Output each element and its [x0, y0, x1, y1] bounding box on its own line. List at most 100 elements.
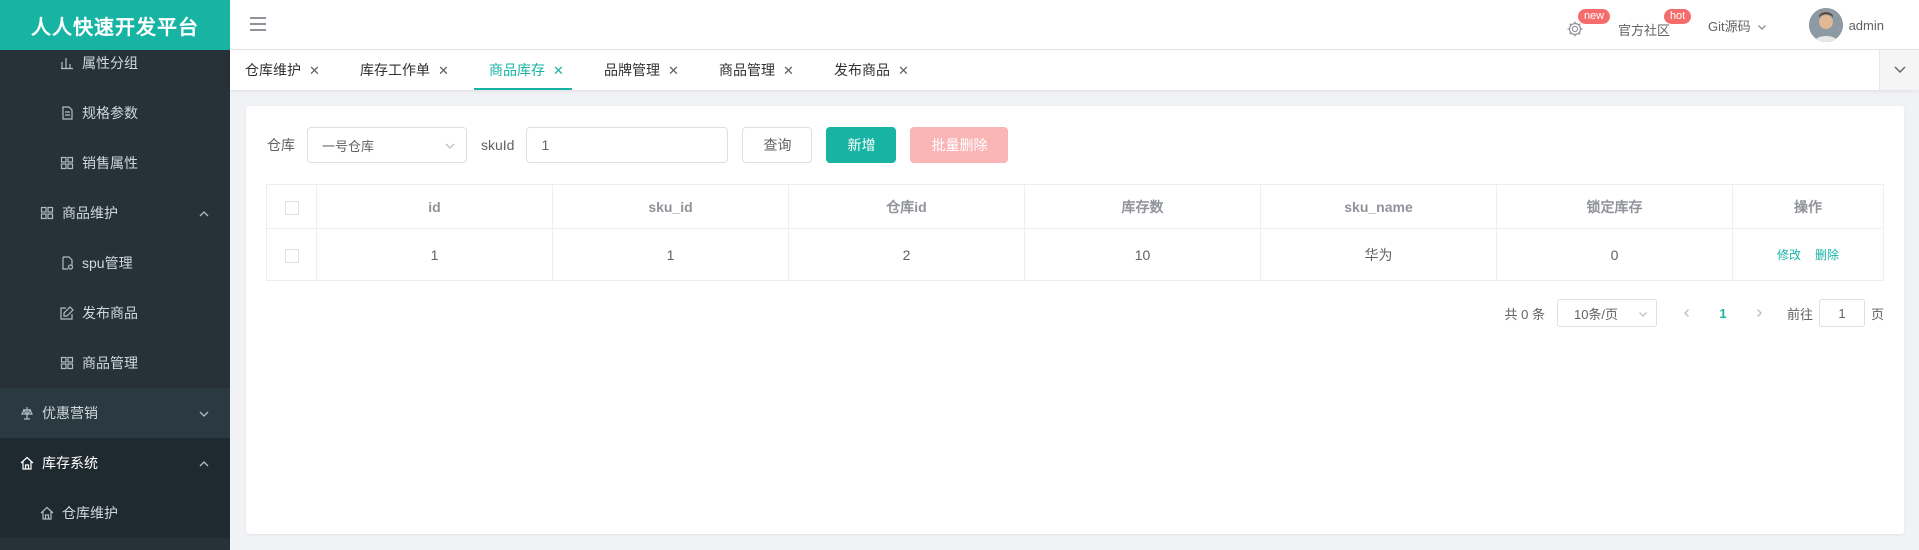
row-select-cell — [266, 228, 317, 281]
tab-label: 品牌管理 — [604, 62, 660, 78]
add-button[interactable]: 新增 — [826, 127, 897, 163]
close-icon[interactable]: ✕ — [898, 51, 909, 91]
tabs-dropdown[interactable] — [1879, 50, 1919, 90]
tab-inventory-worksheet[interactable]: 库存工作单 ✕ — [345, 50, 449, 90]
col-header[interactable]: sku_name — [1260, 184, 1497, 229]
sidebar-item-spec-params[interactable]: 规格参数 — [0, 88, 230, 138]
next-page-button[interactable] — [1745, 299, 1773, 327]
tab-label: 仓库维护 — [245, 62, 301, 78]
total-count: 共 0 条 — [1504, 306, 1545, 322]
col-header[interactable]: id — [316, 184, 553, 229]
sidebar-item-product-maintenance[interactable]: 商品维护 — [0, 188, 230, 238]
sidebar-item-label: 销售属性 — [82, 155, 138, 171]
select-all-checkbox[interactable] — [284, 200, 299, 215]
skuid-input[interactable] — [526, 127, 729, 163]
page-size-select[interactable]: 10条/页 — [1556, 299, 1657, 327]
tab-warehouse[interactable]: 仓库维护 ✕ — [230, 50, 320, 90]
chevron-up-icon — [198, 207, 210, 219]
community-link[interactable]: 官方社区 hot — [1617, 0, 1692, 50]
col-header[interactable]: 库存数 — [1024, 184, 1261, 229]
sidebar-item-warehouse[interactable]: 仓库维护 — [0, 488, 230, 538]
settings-item[interactable]: new — [1566, 0, 1611, 50]
warehouse-select[interactable]: 一号仓库 — [307, 127, 467, 163]
sidebar-menu: 属性分组 规格参数 销售属性 商品维护 spu管理 发布商品 商品管理 优惠营销… — [0, 38, 230, 538]
cell-ware-id: 2 — [788, 228, 1025, 281]
sidebar-item-label: spu管理 — [82, 255, 133, 271]
sidebar-item-attr-group[interactable]: 属性分组 — [0, 38, 230, 88]
tab-publish-product[interactable]: 发布商品 ✕ — [819, 50, 909, 90]
goto-label: 前往 — [1786, 306, 1813, 322]
sidebar-item-label: 属性分组 — [82, 55, 138, 71]
top-navbar: new 官方社区 hot Git源码 admin — [230, 0, 1919, 50]
tab-product-stock[interactable]: 商品库存 ✕ — [474, 50, 572, 91]
close-icon[interactable]: ✕ — [309, 51, 320, 91]
col-header[interactable]: 锁定库存 — [1496, 184, 1733, 229]
close-icon[interactable]: ✕ — [783, 51, 794, 91]
close-icon[interactable]: ✕ — [668, 51, 679, 91]
git-source-dropdown[interactable]: Git源码 — [1708, 0, 1767, 50]
tab-brand-management[interactable]: 品牌管理 ✕ — [589, 50, 679, 90]
table-header-row: id sku_id 仓库id 库存数 sku_name 锁定库存 操作 — [266, 184, 1884, 229]
user-menu[interactable]: admin — [1808, 0, 1884, 50]
menu-toggle-icon[interactable] — [250, 17, 266, 31]
chevron-down-icon — [1638, 312, 1647, 317]
sidebar-item-label: 发布商品 — [82, 305, 138, 321]
page-size-value: 10条/页 — [1573, 306, 1619, 322]
grid-icon — [60, 356, 74, 370]
filter-bar: 仓库 一号仓库 skuId 查询 新增 批量删除 — [267, 127, 1009, 163]
community-label: 官方社区 — [1617, 22, 1670, 38]
sidebar-item-product-management[interactable]: 商品管理 — [0, 338, 230, 388]
grid-icon — [40, 206, 54, 220]
close-icon[interactable]: ✕ — [553, 51, 564, 91]
sidebar-item-sale-attr[interactable]: 销售属性 — [0, 138, 230, 188]
cell-id: 1 — [316, 228, 553, 281]
sidebar-item-label: 商品维护 — [62, 205, 118, 221]
goto-page-input[interactable] — [1818, 299, 1865, 327]
query-button[interactable]: 查询 — [742, 127, 813, 163]
select-all-cell — [266, 184, 317, 229]
col-header[interactable]: sku_id — [552, 184, 789, 229]
chevron-left-icon — [1683, 308, 1689, 318]
tab-product-management[interactable]: 商品管理 ✕ — [704, 50, 794, 90]
coupon-icon — [20, 406, 34, 420]
batch-delete-button[interactable]: 批量删除 — [910, 127, 1009, 163]
cell-stock: 10 — [1024, 228, 1261, 281]
tabs-bar: 仓库维护 ✕ 库存工作单 ✕ 商品库存 ✕ 品牌管理 ✕ 商品管理 ✕ 发布商品 ✕ — [230, 50, 1919, 90]
tab-label: 商品库存 — [489, 62, 545, 78]
chevron-down-icon — [1757, 20, 1767, 30]
skuid-label: skuId — [481, 137, 515, 153]
sidebar-item-label: 商品管理 — [82, 355, 138, 371]
close-icon[interactable]: ✕ — [438, 51, 449, 91]
tab-label: 库存工作单 — [360, 62, 430, 78]
cell-actions: 修改 删除 — [1732, 228, 1884, 281]
sidebar-item-coupon[interactable]: 优惠营销 — [0, 388, 230, 438]
table-row: 1 1 2 10 华为 0 修改 删除 — [266, 228, 1884, 281]
sidebar-item-label: 库存系统 — [42, 455, 98, 471]
sidebar-item-inventory-system[interactable]: 库存系统 — [0, 438, 230, 488]
tab-label: 发布商品 — [834, 62, 890, 78]
sidebar-item-label: 优惠营销 — [42, 405, 98, 421]
pagination: 共 0 条 10条/页 1 前往 页 — [1504, 298, 1884, 328]
chevron-right-icon — [1756, 308, 1763, 318]
content-card: 仓库 一号仓库 skuId 查询 新增 批量删除 id sku_id 仓库id … — [246, 106, 1904, 534]
col-header[interactable]: 仓库id — [788, 184, 1025, 229]
avatar[interactable] — [1808, 8, 1843, 42]
tab-label: 商品管理 — [719, 62, 775, 78]
page-suffix: 页 — [1870, 306, 1884, 322]
edit-link[interactable]: 修改 — [1777, 248, 1801, 262]
sidebar-item-publish-product[interactable]: 发布商品 — [0, 288, 230, 338]
delete-link[interactable]: 删除 — [1815, 248, 1839, 262]
new-badge: new — [1577, 9, 1611, 24]
home-icon — [40, 506, 54, 520]
cell-stock-locked: 0 — [1496, 228, 1733, 281]
prev-page-button[interactable] — [1673, 299, 1701, 327]
current-page[interactable]: 1 — [1701, 306, 1745, 321]
document-gear-icon — [60, 256, 74, 270]
sidebar-item-spu[interactable]: spu管理 — [0, 238, 230, 288]
bar-chart-icon — [60, 56, 74, 70]
cell-sku-id: 1 — [552, 228, 789, 281]
warehouse-select-value: 一号仓库 — [322, 138, 375, 154]
grid-icon — [60, 156, 74, 170]
row-checkbox[interactable] — [284, 248, 299, 263]
edit-icon — [60, 306, 74, 320]
